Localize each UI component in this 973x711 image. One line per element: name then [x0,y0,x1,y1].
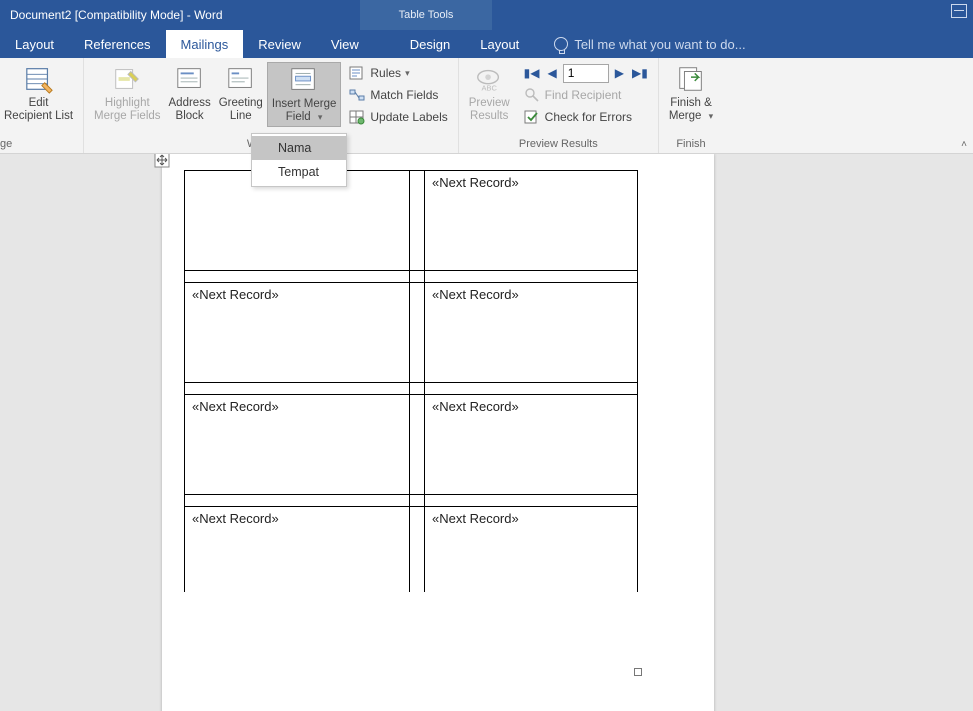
tab-review[interactable]: Review [243,30,316,58]
document-page[interactable]: «Next Record» «Next Record» «Next Record… [162,154,714,711]
ribbon-group-preview-results: ABC Preview Results ▮◀ ◀ ▶ ▶▮ Find Rec [459,58,659,153]
table-cell[interactable]: «Next Record» [185,395,410,495]
tab-table-design[interactable]: Design [395,30,465,58]
greeting-line-button[interactable]: Greeting Line [215,62,267,125]
check-errors-icon [524,109,540,125]
finish-merge-button[interactable]: Finish & Merge ▾ [665,62,717,125]
table-cell[interactable]: «Next Record» [425,507,638,592]
svg-text:ABC: ABC [482,83,498,92]
ribbon-group-start-mailmerge-truncated: Edit Recipient List ge [0,58,84,153]
table-gap-cell [425,383,638,395]
edit-recipient-list-button[interactable]: Edit Recipient List [0,62,77,125]
table-gap-cell [425,495,638,507]
greeting-line-icon [226,64,256,94]
preview-results-button[interactable]: ABC Preview Results [465,62,514,125]
find-recipient-button[interactable]: Find Recipient [520,84,652,106]
table-gap-cell [410,283,425,383]
restore-window-icon[interactable] [951,4,967,18]
table-cell[interactable]: «Next Record» [425,283,638,383]
tab-view[interactable]: View [316,30,374,58]
table-cell[interactable]: «Next Record» [185,507,410,592]
window-title: Document2 [Compatibility Mode] - Word [0,8,223,22]
ribbon-tab-bar: Layout References Mailings Review View D… [0,30,973,58]
table-move-handle-icon[interactable] [154,154,170,168]
tab-mailings[interactable]: Mailings [166,30,244,58]
match-fields-icon [349,87,365,103]
find-recipient-icon [524,87,540,103]
collapse-ribbon-icon[interactable]: ˄ [961,139,967,150]
table-cell[interactable]: «Next Record» [425,395,638,495]
tab-references[interactable]: References [69,30,165,58]
update-labels-icon [349,109,365,125]
tab-layout[interactable]: Layout [0,30,69,58]
prev-record-button[interactable]: ◀ [546,66,559,80]
table-gap-cell [185,271,410,283]
update-labels-button[interactable]: Update Labels [345,106,451,128]
next-record-button[interactable]: ▶ [613,66,626,80]
rules-button[interactable]: Rules▾ [345,62,451,84]
rules-icon [349,65,365,81]
last-record-button[interactable]: ▶▮ [630,66,650,80]
contextual-tab-table-tools[interactable]: Table Tools [360,0,492,30]
table-gap-cell [410,271,425,283]
table-cell[interactable]: «Next Record» [185,283,410,383]
table-resize-handle-icon[interactable] [634,668,642,676]
ribbon: Edit Recipient List ge Highlight Merge F… [0,58,973,154]
label-table[interactable]: «Next Record» «Next Record» «Next Record… [184,170,638,592]
table-gap-cell [425,271,638,283]
address-block-icon [175,64,205,94]
tab-table-layout[interactable]: Layout [465,30,534,58]
highlight-icon [112,64,142,94]
lightbulb-icon [554,37,568,51]
document-area: «Next Record» «Next Record» «Next Record… [0,154,973,711]
check-errors-button[interactable]: Check for Errors [520,106,652,128]
chevron-down-icon: ▾ [405,68,410,79]
table-gap-cell [410,507,425,592]
table-gap-cell [410,171,425,271]
insert-merge-field-button[interactable]: Insert Merge Field ▾ [267,62,342,127]
table-gap-cell [185,495,410,507]
insert-merge-field-dropdown: Nama Tempat [251,133,347,187]
table-gap-cell [185,383,410,395]
title-bar: Document2 [Compatibility Mode] - Word Ta… [0,0,973,30]
first-record-button[interactable]: ▮◀ [522,66,542,80]
group-label-finish: Finish [665,138,717,152]
table-cell[interactable]: «Next Record» [425,171,638,271]
group-label-truncated: ge [0,138,77,152]
record-number-input[interactable] [563,64,609,83]
table-gap-cell [410,495,425,507]
match-fields-button[interactable]: Match Fields [345,84,451,106]
table-gap-cell [410,395,425,495]
address-block-button[interactable]: Address Block [165,62,215,125]
recipient-list-icon [24,64,54,94]
chevron-down-icon: ▾ [709,111,714,121]
preview-results-icon: ABC [474,64,504,94]
record-navigation: ▮◀ ◀ ▶ ▶▮ [520,62,652,84]
group-label-preview: Preview Results [465,138,652,152]
table-gap-cell [410,383,425,395]
merge-field-item-nama[interactable]: Nama [252,136,346,160]
insert-merge-field-icon [289,65,319,95]
chevron-down-icon: ▾ [318,112,323,122]
finish-merge-icon [676,64,706,94]
merge-field-item-tempat[interactable]: Tempat [252,160,346,184]
tell-me-placeholder: Tell me what you want to do... [574,37,745,52]
tell-me-search[interactable]: Tell me what you want to do... [554,30,745,58]
ribbon-group-finish: Finish & Merge ▾ Finish [659,58,723,153]
highlight-merge-fields-button[interactable]: Highlight Merge Fields [90,62,164,125]
